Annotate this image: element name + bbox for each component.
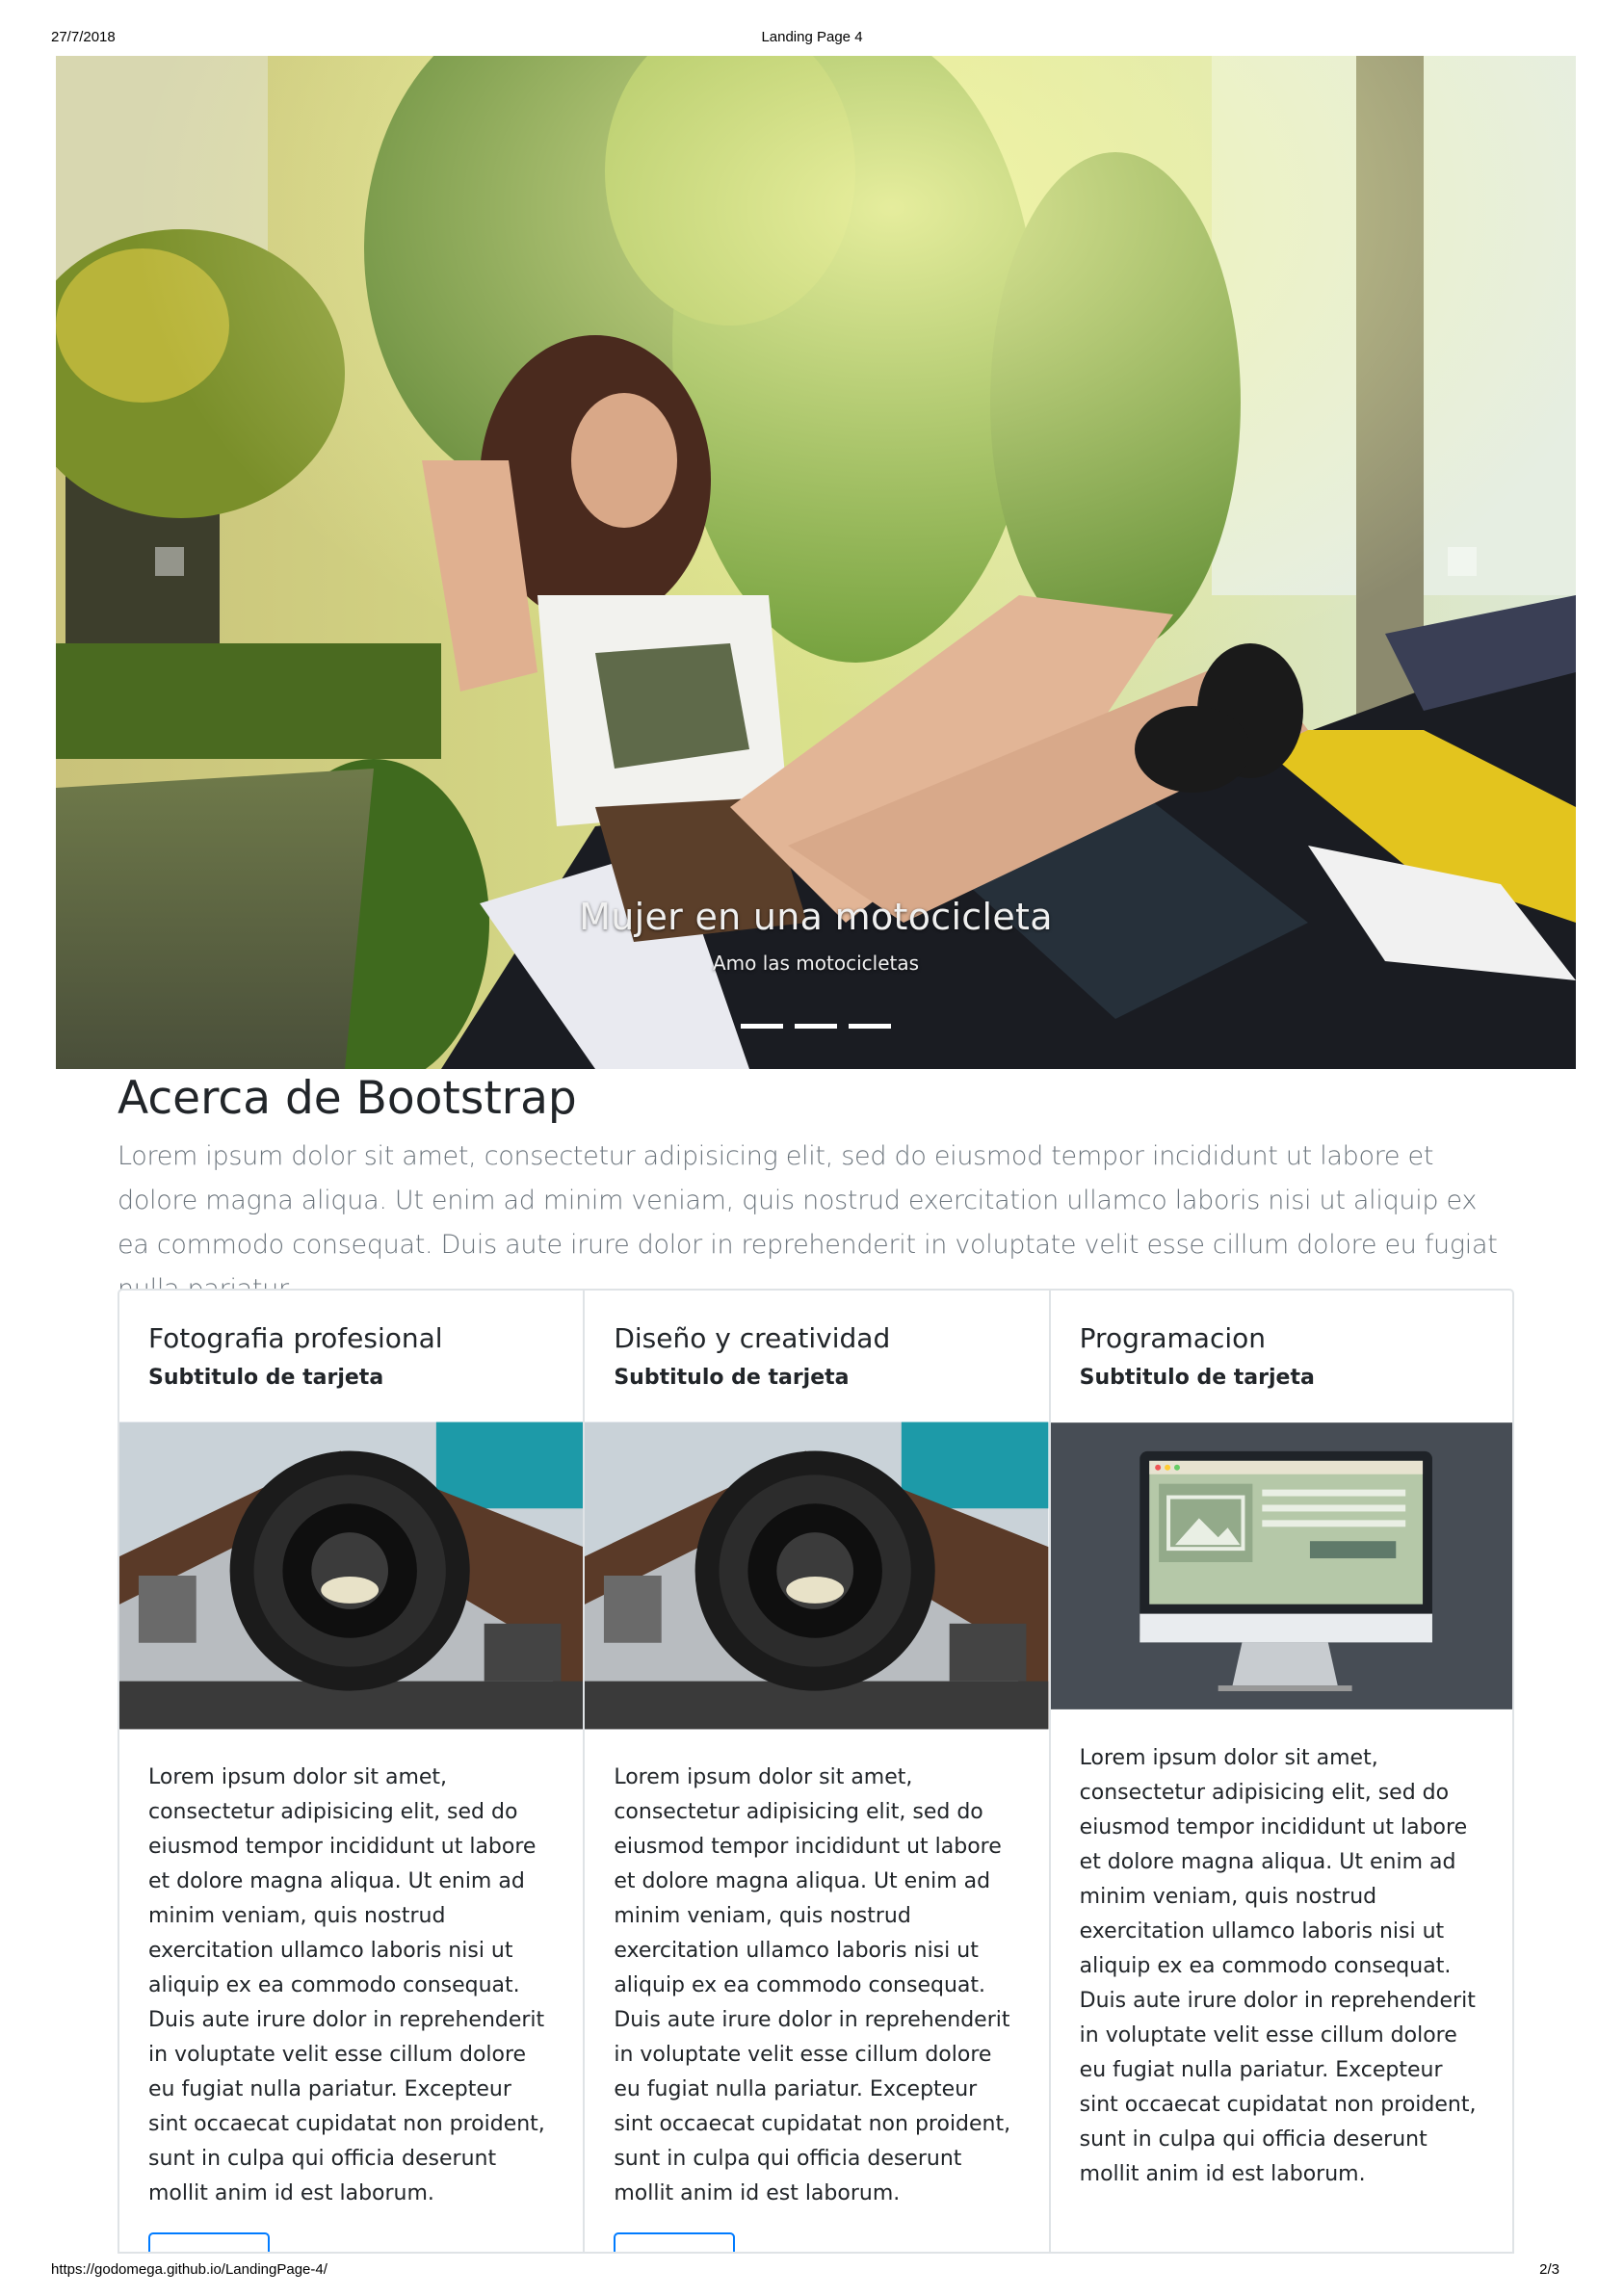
card-title: Diseño y creatividad	[614, 1322, 891, 1354]
carousel-indicators	[56, 1024, 1576, 1029]
card-deck: Fotografia profesional Subtitulo de tarj…	[118, 1289, 1514, 2254]
card-text: Lorem ipsum dolor sit amet, consectetur …	[614, 1765, 1011, 2205]
about-section: Acerca de Bootstrap Lorem ipsum dolor si…	[118, 1069, 1514, 1312]
carousel-prev-button[interactable]	[155, 547, 184, 576]
card-text: Lorem ipsum dolor sit amet, consectetur …	[148, 1765, 545, 2205]
card-text: Lorem ipsum dolor sit amet, consectetur …	[1079, 1746, 1477, 2186]
print-page-number: 2/3	[1539, 2261, 1559, 2278]
print-title: Landing Page 4	[761, 29, 863, 45]
print-url: https://godomega.github.io/LandingPage-4…	[51, 2261, 327, 2278]
card-title: Programacion	[1079, 1322, 1267, 1354]
card-subtitle: Subtitulo de tarjeta	[148, 1366, 384, 1390]
card-fotografia: Fotografia profesional Subtitulo de tarj…	[118, 1289, 584, 2254]
card-header: Fotografia profesional Subtitulo de tarj…	[119, 1291, 583, 1422]
camera-photo-image	[119, 1422, 584, 1730]
card-subtitle: Subtitulo de tarjeta	[614, 1366, 850, 1390]
card-subtitle: Subtitulo de tarjeta	[1079, 1366, 1315, 1390]
carousel-caption: Mujer en una motocicleta Amo las motocic…	[56, 896, 1576, 975]
card-header: Programacion Subtitulo de tarjeta	[1051, 1291, 1512, 1422]
card-diseno: Diseño y creatividad Subtitulo de tarjet…	[583, 1289, 1049, 2254]
carousel-next-button[interactable]	[1448, 547, 1477, 576]
camera-photo-image	[585, 1422, 1049, 1730]
about-title: Acerca de Bootstrap	[118, 1072, 577, 1125]
card-programacion: Programacion Subtitulo de tarjeta Lorem …	[1048, 1289, 1514, 2254]
card-header: Diseño y creatividad Subtitulo de tarjet…	[585, 1291, 1048, 1422]
monitor-illustration-image	[1050, 1422, 1512, 1709]
card-title: Fotografia profesional	[148, 1322, 443, 1354]
print-header: 27/7/2018 Landing Page 4	[0, 0, 1624, 58]
carousel-indicator[interactable]	[795, 1024, 837, 1029]
print-footer: https://godomega.github.io/LandingPage-4…	[0, 2254, 1624, 2292]
carousel-caption-title: Mujer en una motocicleta	[579, 896, 1053, 938]
card-button[interactable]	[148, 2232, 270, 2252]
hero-carousel[interactable]: Mujer en una motocicleta Amo las motocic…	[56, 56, 1576, 1069]
about-lead: Lorem ipsum dolor sit amet, consectetur …	[118, 1141, 1498, 1304]
carousel-caption-text: Amo las motocicletas	[712, 952, 920, 975]
carousel-indicator[interactable]	[741, 1024, 783, 1029]
carousel-indicator[interactable]	[849, 1024, 891, 1029]
card-button[interactable]	[614, 2232, 736, 2252]
